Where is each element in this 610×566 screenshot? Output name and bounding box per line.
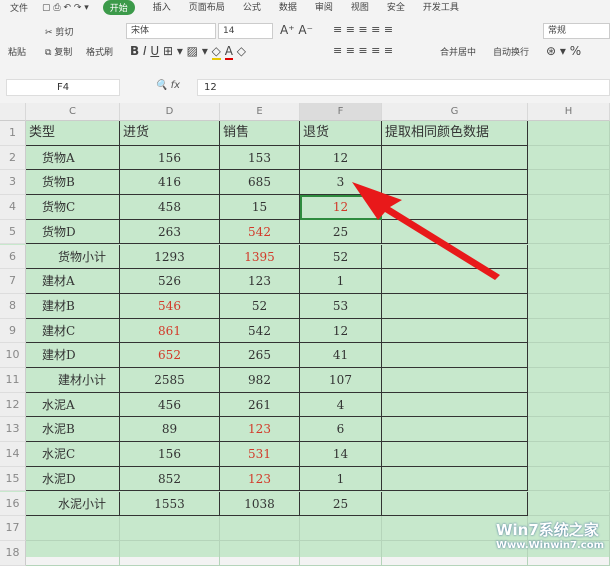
- watermark-title: Win7系统之家: [495, 521, 599, 539]
- watermark-url: Www.Winwin7.com: [495, 540, 604, 551]
- watermark: Win7系统之家 Www.Winwin7.com: [496, 519, 604, 551]
- red-arrow: [352, 182, 500, 280]
